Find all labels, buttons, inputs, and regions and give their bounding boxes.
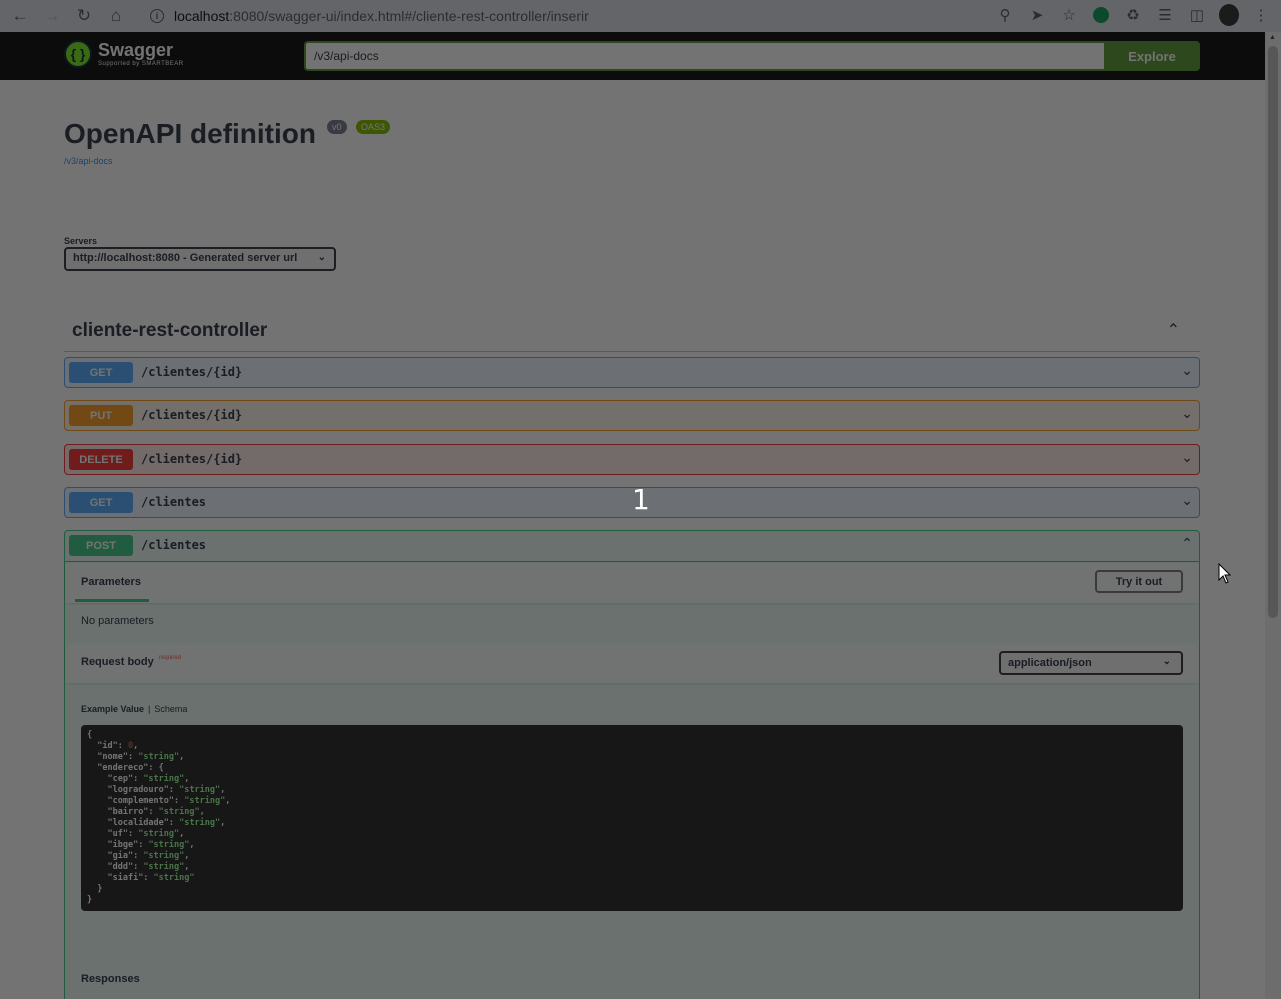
explore-button[interactable]: Explore [1104, 41, 1200, 71]
content-type-value: application/json [1008, 657, 1092, 669]
operation-path: /clientes [141, 538, 207, 552]
send-icon[interactable]: ➤ [1027, 4, 1047, 26]
operation-path: /clientes [141, 495, 207, 509]
no-parameters-text: No parameters [81, 615, 154, 627]
method-badge: GET [69, 362, 133, 383]
scroll-thumb[interactable] [1268, 46, 1278, 618]
chevron-down-icon[interactable]: ⌄ [1181, 362, 1193, 379]
chevron-down-icon: ⌄ [1162, 656, 1171, 667]
code-line: "endereco": { [97, 763, 164, 773]
version-badge: v0 [327, 120, 347, 134]
logo-byline: Supported by SMARTBEAR [98, 61, 184, 67]
scroll-up-icon[interactable]: ▲ [1269, 34, 1276, 41]
code-line: "cep": "string", [107, 774, 190, 784]
browser-toolbar: ← → ↻ ⌂ i localhost:8080/swagger-ui/inde… [0, 0, 1281, 32]
code-line: "id": 0, [97, 741, 139, 751]
required-marker: required [159, 655, 182, 661]
reload-icon[interactable]: ↻ [72, 4, 96, 28]
extensions-puzzle-icon[interactable]: ♻ [1123, 4, 1143, 26]
tag-section-header[interactable]: cliente-rest-controller ⌃ [64, 312, 1200, 352]
menu-kebab-icon[interactable]: ⋮ [1251, 4, 1271, 26]
operation-post-clientes: POST /clientes ⌃ Parameters Try it out N… [64, 530, 1200, 999]
reading-list-icon[interactable]: ☰ [1155, 4, 1175, 26]
chevron-down-icon[interactable]: ⌄ [1181, 449, 1193, 466]
browser-actions: ⚲ ➤ ☆ ♻ ☰ ◫ ⋮ [995, 4, 1271, 26]
chevron-down-icon: ⌄ [317, 252, 326, 263]
code-line: } [87, 895, 93, 905]
request-body-header: Request body required application/json ⌄ [65, 643, 1199, 683]
home-icon[interactable]: ⌂ [104, 4, 128, 28]
example-json-code: { "id": 0, "nome": "string", "endereco":… [81, 725, 1183, 911]
tab-separator: | [148, 704, 151, 714]
chevron-up-icon[interactable]: ⌃ [1167, 320, 1180, 340]
code-line: } [97, 884, 103, 894]
method-badge: GET [69, 492, 133, 513]
logo-name: Swagger [98, 40, 174, 60]
page-scrollbar[interactable]: ▲ [1265, 32, 1281, 999]
bookmark-star-icon[interactable]: ☆ [1059, 4, 1079, 26]
chevron-down-icon[interactable]: ⌄ [1181, 492, 1193, 509]
page-title: OpenAPI definition [64, 118, 316, 149]
side-panel-icon[interactable]: ◫ [1187, 4, 1207, 26]
code-line: "siafi": "string" [107, 873, 195, 883]
swagger-logo-icon: { } [64, 40, 92, 68]
servers-selected-value: http://localhost:8080 - Generated server… [73, 252, 298, 264]
tab-example-value[interactable]: Example Value [81, 704, 144, 714]
operation-summary[interactable]: POST /clientes ⌃ [65, 531, 1199, 562]
step-number: 1 [632, 483, 650, 516]
url-path: :8080/swagger-ui/index.html#/cliente-res… [229, 8, 589, 24]
tab-schema[interactable]: Schema [154, 704, 187, 714]
try-it-out-button[interactable]: Try it out [1095, 570, 1183, 593]
code-line: "gia": "string", [107, 851, 190, 861]
operation-path: /clientes/{id} [141, 365, 243, 379]
oas-badge: OAS3 [356, 120, 391, 134]
responses-label: Responses [81, 973, 140, 985]
parameters-header: Parameters Try it out [65, 563, 1199, 603]
back-icon[interactable]: ← [8, 4, 32, 28]
operation-path: /clientes/{id} [141, 408, 243, 422]
url-host: localhost [174, 8, 230, 24]
code-line: "logradouro": "string", [107, 785, 226, 795]
operation-get-clientes-id[interactable]: GET /clientes/{id} ⌄ [64, 357, 1200, 388]
swagger-topbar: { } Swagger Supported by SMARTBEAR /v3/a… [0, 32, 1265, 80]
code-line: "complemento": "string", [107, 796, 231, 806]
active-tab-indicator [75, 599, 149, 602]
tag-title: cliente-rest-controller [72, 320, 268, 341]
spec-link[interactable]: /v3/api-docs [64, 156, 113, 166]
code-line: { [87, 730, 93, 740]
code-line: "nome": "string", [97, 752, 185, 762]
operation-delete-clientes-id[interactable]: DELETE /clientes/{id} ⌄ [64, 444, 1200, 475]
swagger-logo[interactable]: { } Swagger Supported by SMARTBEAR [64, 40, 184, 68]
profile-avatar[interactable] [1219, 4, 1239, 26]
forward-icon[interactable]: → [40, 4, 64, 28]
servers-label: Servers [64, 236, 98, 246]
zoom-icon[interactable]: ⚲ [995, 4, 1015, 26]
spec-url-input[interactable]: /v3/api-docs [304, 41, 1104, 71]
code-line: "localidade": "string", [107, 818, 226, 828]
code-line: "bairro": "string", [107, 807, 205, 817]
code-line: "ibge": "string", [107, 840, 195, 850]
tab-parameters[interactable]: Parameters [81, 576, 141, 588]
servers-select[interactable]: http://localhost:8080 - Generated server… [64, 247, 336, 271]
code-line: "uf": "string", [107, 829, 185, 839]
example-tabs: Example Value | Schema [81, 704, 187, 714]
address-bar[interactable]: i localhost:8080/swagger-ui/index.html#/… [140, 2, 1020, 30]
mouse-cursor-icon [1218, 563, 1232, 584]
site-info-icon[interactable]: i [150, 9, 164, 23]
operation-path: /clientes/{id} [141, 452, 243, 466]
request-body-label: Request body [81, 656, 154, 668]
method-badge: DELETE [69, 449, 133, 470]
method-badge: PUT [69, 405, 133, 426]
content-type-select[interactable]: application/json ⌄ [999, 651, 1183, 675]
chevron-down-icon[interactable]: ⌄ [1181, 405, 1193, 422]
extension-grammarly-icon[interactable] [1091, 4, 1111, 26]
method-badge: POST [69, 535, 133, 556]
chevron-up-icon[interactable]: ⌃ [1181, 535, 1193, 552]
operation-put-clientes-id[interactable]: PUT /clientes/{id} ⌄ [64, 400, 1200, 431]
code-line: "ddd": "string", [107, 862, 190, 872]
